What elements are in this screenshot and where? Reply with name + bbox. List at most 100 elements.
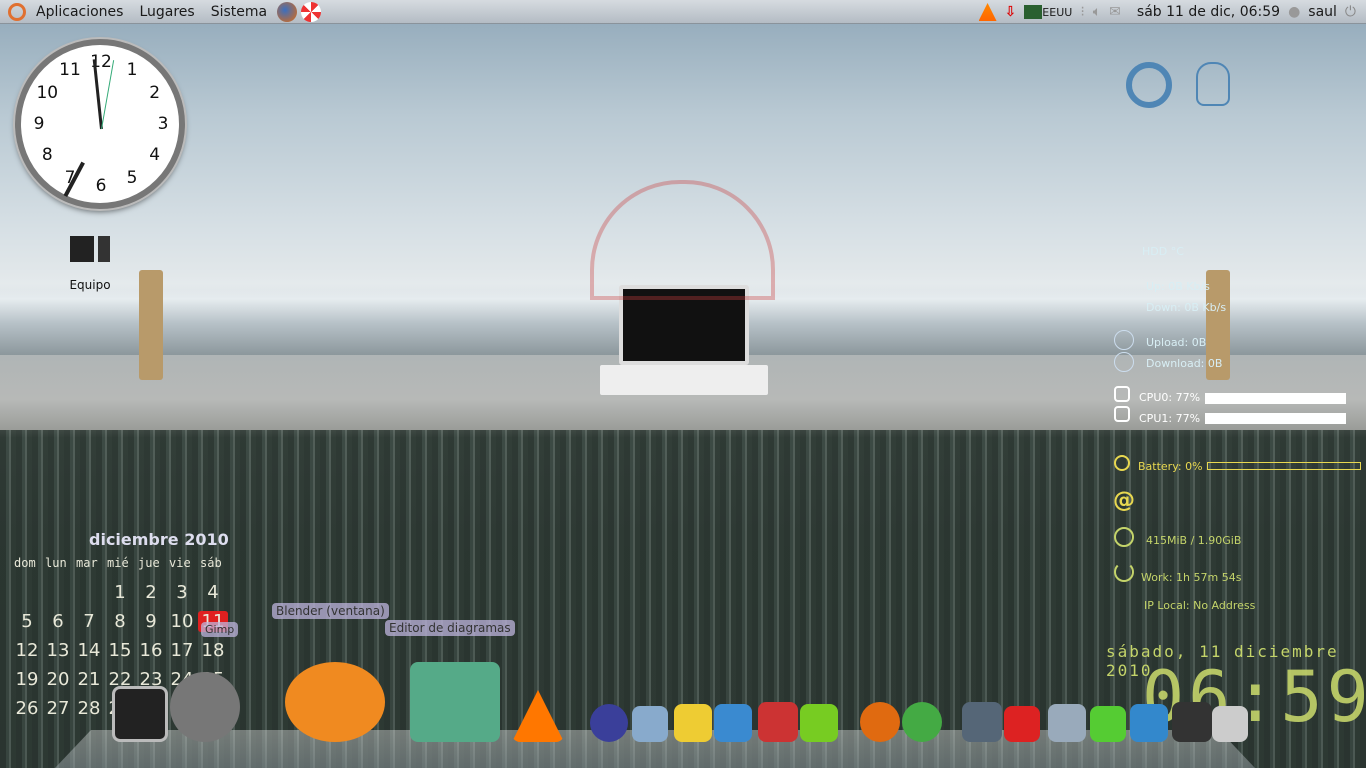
tooltip-dia: Editor de diagramas — [385, 620, 515, 636]
conky-battery: Battery: 0% — [1138, 460, 1203, 473]
gimp-dock-icon[interactable] — [170, 672, 240, 742]
tux-conky-icon — [1196, 62, 1230, 106]
cpu0-graph — [1205, 393, 1346, 404]
clock-number: 11 — [59, 60, 81, 81]
conky-ip: IP Local: No Address — [1144, 599, 1256, 612]
clock-number: 8 — [41, 145, 53, 165]
vlc-tray-icon[interactable] — [978, 3, 997, 21]
battery-dock-icon[interactable] — [1090, 706, 1126, 742]
conky-hdd: HDD °C — [1142, 245, 1184, 258]
calendar-day[interactable]: 16 — [136, 640, 166, 661]
calendar-day[interactable]: 20 — [43, 669, 73, 690]
keyboard-layout-icon[interactable] — [1024, 5, 1043, 19]
blender-dock-icon[interactable] — [285, 662, 385, 742]
calendar-day[interactable]: 10 — [167, 611, 197, 632]
calendar-title: diciembre 2010 — [89, 530, 229, 549]
calendar-weekday: mar — [76, 556, 98, 570]
stack-dock-icon[interactable] — [1048, 704, 1086, 742]
calendar-weekday: lun — [45, 556, 67, 570]
menu-sistema[interactable]: Sistema — [203, 4, 275, 20]
clock-number: 5 — [126, 167, 138, 188]
gauge-dock-icon[interactable] — [1172, 702, 1212, 742]
ubuntu-logo-icon[interactable] — [8, 2, 26, 21]
panel-clock[interactable]: sáb 11 de dic, 06:59 — [1137, 4, 1280, 20]
menu-aplicaciones[interactable]: Aplicaciones — [28, 4, 131, 20]
conky-download: Download: 0B — [1146, 357, 1223, 370]
teapot-dock-icon[interactable] — [674, 704, 712, 742]
computer-desktop-icon[interactable]: Equipo — [62, 236, 118, 292]
calendar-day[interactable]: 14 — [74, 640, 104, 661]
network-icon[interactable]: ⁝ — [1080, 4, 1084, 20]
calendar-day[interactable]: 1 — [105, 582, 135, 603]
terminal-dock-icon[interactable] — [112, 686, 168, 742]
calendar-day[interactable]: 18 — [198, 640, 228, 661]
analog-clock-widget: 12 1 2 3 4 5 6 7 8 9 10 11 — [15, 39, 185, 209]
clock-number: 2 — [149, 83, 161, 103]
calendar-day[interactable]: 2 — [136, 582, 166, 603]
calendar-weekday: mié — [107, 556, 129, 570]
cpu0-icon — [1114, 386, 1130, 402]
clock-number: 9 — [33, 114, 45, 134]
calendar-day[interactable]: 28 — [74, 698, 104, 719]
calendar-day[interactable]: 7 — [74, 611, 104, 632]
tooltip-blender: Blender (ventana) — [272, 603, 389, 619]
settings-dock-icon[interactable] — [800, 704, 838, 742]
calendar-weekday: vie — [169, 556, 191, 570]
calendar-day[interactable]: 17 — [167, 640, 197, 661]
calendar-weekday: jue — [138, 556, 160, 570]
cpu1-icon — [1114, 406, 1130, 422]
mail-icon[interactable]: ✉ — [1109, 4, 1121, 20]
calendar-day[interactable]: 8 — [105, 611, 135, 632]
virtualbox-dock-icon[interactable] — [632, 706, 668, 742]
wallpaper-laptop — [600, 285, 768, 405]
calendar-day[interactable]: 21 — [74, 669, 104, 690]
conky-upload: Upload: 0B — [1146, 336, 1207, 349]
eclipse-dock-icon[interactable] — [590, 704, 628, 742]
firefox-dock-icon[interactable] — [860, 702, 900, 742]
calendar-day[interactable]: 19 — [12, 669, 42, 690]
keyboard-layout-label[interactable]: EEUU — [1042, 6, 1072, 19]
calendar-day[interactable]: 4 — [198, 582, 228, 603]
cpu1-graph — [1205, 413, 1346, 424]
volume-icon[interactable]: 🔈︎ — [1093, 4, 1101, 20]
browser-dock-icon[interactable] — [714, 704, 752, 742]
update-notifier-icon[interactable]: ⇩ — [1005, 4, 1017, 20]
windows-dock-icon[interactable] — [758, 702, 798, 742]
help-launcher-icon[interactable] — [301, 1, 322, 22]
trash-dock-icon[interactable] — [1212, 706, 1248, 742]
calendar-day[interactable]: 12 — [12, 640, 42, 661]
clock-number: 6 — [95, 176, 107, 196]
cursor-dock-icon[interactable] — [1130, 704, 1168, 742]
user-name[interactable]: saul — [1308, 4, 1337, 20]
uptime-icon — [1114, 562, 1134, 582]
conky-memory: 415MiB / 1.90GiB — [1146, 534, 1242, 547]
shutdown-icon[interactable]: ⏻ — [1345, 4, 1356, 20]
firefox-launcher-icon[interactable] — [277, 1, 298, 22]
calendar-day[interactable]: 27 — [43, 698, 73, 719]
screen-dock-icon[interactable] — [962, 702, 1002, 742]
calendar-day[interactable]: 13 — [43, 640, 73, 661]
calendar-day[interactable]: 26 — [12, 698, 42, 719]
calendar-day[interactable]: 3 — [167, 582, 197, 603]
dia-dock-icon[interactable] — [410, 662, 500, 742]
computer-label: Equipo — [69, 278, 111, 292]
chrome-dock-icon[interactable] — [902, 702, 942, 742]
calendar-day[interactable]: 5 — [12, 611, 42, 632]
clock-number: 10 — [36, 83, 59, 103]
calendar-day[interactable]: 15 — [105, 640, 135, 661]
tooltip-gimp: Gimp — [201, 622, 239, 637]
power-dock-icon[interactable] — [1004, 706, 1040, 742]
calendar-day[interactable]: 9 — [136, 611, 166, 632]
clock-number: 1 — [126, 60, 138, 81]
download-icon — [1114, 352, 1134, 372]
conky-cpu0: CPU0: 77% — [1139, 391, 1201, 404]
wallpaper-inf-logo — [590, 180, 775, 300]
menu-lugares[interactable]: Lugares — [131, 4, 202, 20]
calendar-day[interactable]: 6 — [43, 611, 73, 632]
calendar-weekday: dom — [14, 556, 36, 570]
ubuntu-conky-icon — [1126, 62, 1172, 108]
user-status-icon[interactable]: ● — [1288, 4, 1300, 20]
clock-number: 3 — [157, 114, 169, 134]
conky-up: Up: 0B Kb/s — [1146, 280, 1210, 293]
email-icon: @ — [1113, 488, 1135, 513]
